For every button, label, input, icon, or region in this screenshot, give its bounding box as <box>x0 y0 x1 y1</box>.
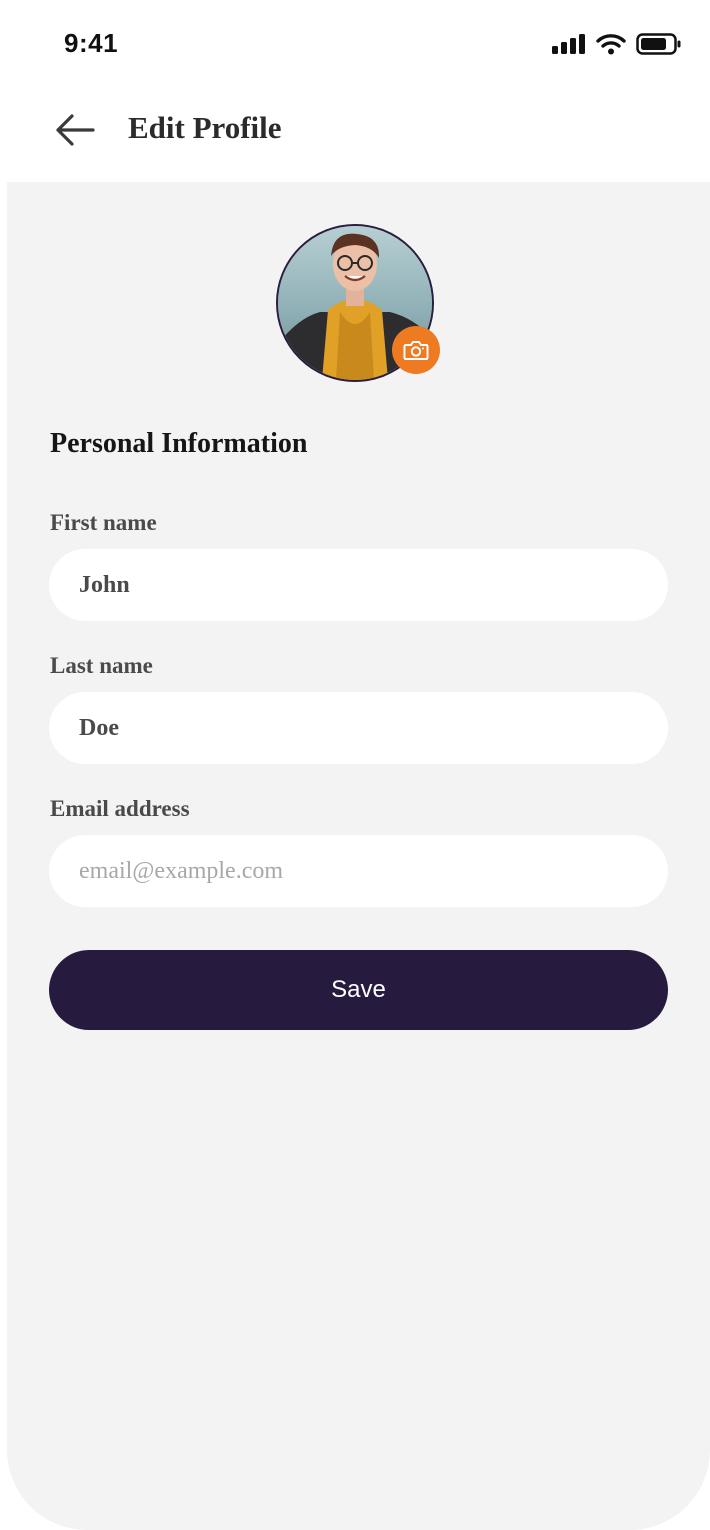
back-button[interactable] <box>52 110 98 150</box>
camera-icon <box>403 341 429 360</box>
status-bar: 9:41 <box>0 0 710 90</box>
first-name-label: First name <box>50 510 157 535</box>
edit-profile-panel: Personal Information First name Last nam… <box>7 182 710 1530</box>
email-label: Email address <box>50 796 190 821</box>
avatar-container <box>276 224 440 384</box>
change-photo-button[interactable] <box>392 326 440 374</box>
last-name-label: Last name <box>50 653 153 678</box>
email-field[interactable] <box>49 835 668 907</box>
last-name-field[interactable] <box>49 692 668 764</box>
save-button[interactable]: Save <box>49 950 668 1030</box>
arrow-left-icon <box>56 114 95 146</box>
app-header: Edit Profile <box>0 90 710 182</box>
status-icons <box>552 33 682 55</box>
first-name-field[interactable] <box>49 549 668 621</box>
battery-icon <box>636 33 681 55</box>
page-title: Edit Profile <box>128 110 282 145</box>
section-title: Personal Information <box>50 428 308 459</box>
signal-icon <box>552 34 585 54</box>
wifi-icon <box>596 34 626 55</box>
status-time: 9:41 <box>64 28 119 58</box>
